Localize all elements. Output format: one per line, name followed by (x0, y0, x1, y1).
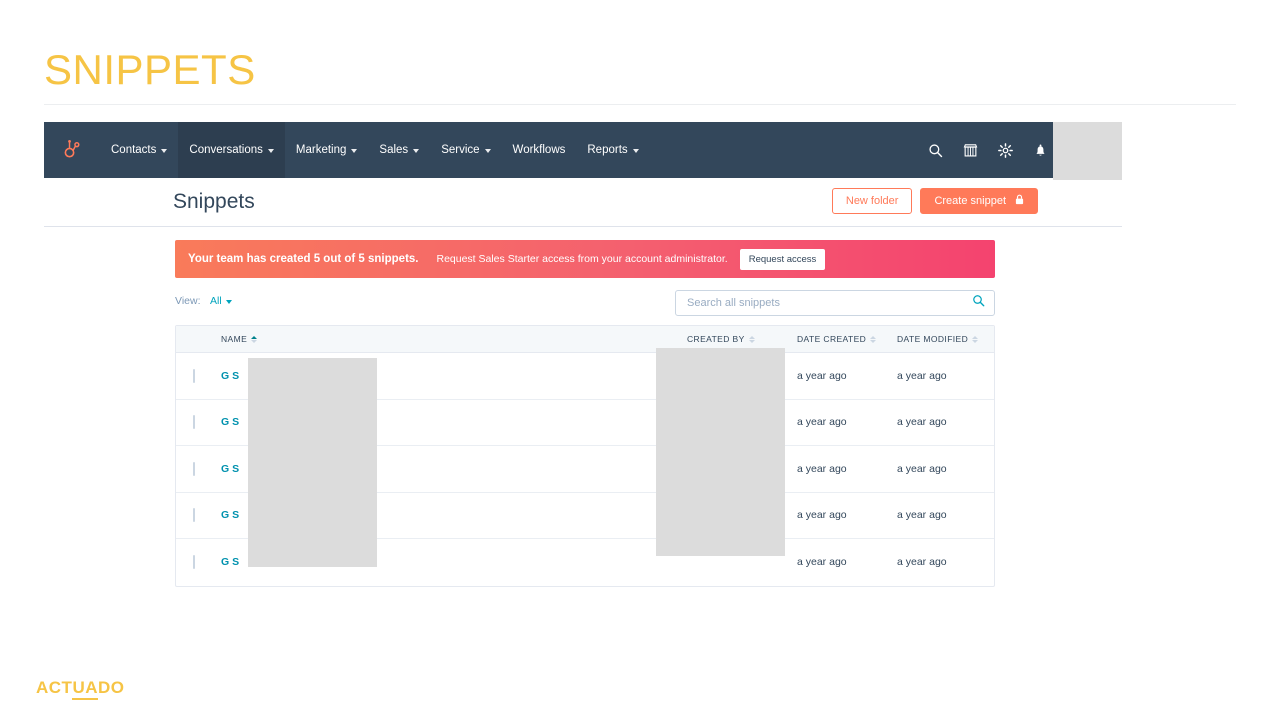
chevron-down-icon (267, 149, 274, 153)
sort-icon[interactable] (748, 335, 755, 343)
date-created-cell: a year ago (797, 416, 847, 429)
table-header-row: NAME CREATED BY DATE CREATED DATE MODIFI… (176, 326, 994, 353)
search-icon[interactable] (926, 141, 944, 159)
column-header-created-by[interactable]: CREATED BY (687, 334, 797, 344)
date-created-cell: a year ago (797, 556, 847, 569)
row-checkbox-cell (176, 368, 221, 383)
column-label: DATE MODIFIED (897, 334, 969, 344)
sort-ascending-icon[interactable] (251, 335, 258, 343)
row-checkbox-cell (176, 461, 221, 476)
chevron-down-icon (484, 149, 491, 153)
hubspot-screenshot: Contacts Conversations Marketing Sales S… (44, 122, 1122, 587)
redaction-overlay-snippet-names (248, 358, 377, 567)
date-modified-cell: a year ago (897, 369, 947, 382)
nav-item-contacts[interactable]: Contacts (100, 122, 178, 178)
nav-item-label: Workflows (512, 144, 566, 156)
row-checkbox[interactable] (193, 461, 195, 476)
view-selected-value: All (210, 295, 222, 307)
create-snippet-button[interactable]: Create snippet (920, 188, 1038, 214)
banner-message: Request Sales Starter access from your a… (436, 253, 728, 265)
row-checkbox[interactable] (193, 508, 195, 523)
settings-gear-icon[interactable] (996, 141, 1014, 159)
nav-item-label: Contacts (111, 144, 157, 156)
logo-part-underlined: UA (72, 678, 99, 700)
column-header-date-modified[interactable]: DATE MODIFIED (897, 334, 994, 344)
top-navigation-bar: Contacts Conversations Marketing Sales S… (44, 122, 1122, 178)
date-modified-cell: a year ago (897, 416, 947, 429)
chevron-down-icon (351, 149, 358, 153)
view-selector[interactable]: All (210, 295, 232, 307)
search-input[interactable] (685, 296, 972, 310)
row-checkbox-cell (176, 555, 221, 570)
column-label: DATE CREATED (797, 334, 867, 344)
app-page-header: Snippets New folder Create snippet (44, 178, 1122, 227)
nav-items: Contacts Conversations Marketing Sales S… (100, 122, 650, 178)
search-box[interactable] (675, 290, 995, 316)
nav-item-label: Sales (379, 144, 409, 156)
nav-item-conversations[interactable]: Conversations (178, 122, 285, 178)
column-header-name[interactable]: NAME (221, 334, 687, 344)
date-created-cell: a year ago (797, 509, 847, 522)
nav-item-label: Marketing (295, 144, 347, 156)
nav-item-marketing[interactable]: Marketing (285, 122, 369, 178)
create-snippet-label: Create snippet (934, 195, 1006, 207)
banner-headline: Your team has created 5 out of 5 snippet… (188, 253, 419, 265)
nav-item-label: Service (441, 144, 480, 156)
chevron-down-icon (413, 149, 420, 153)
row-checkbox[interactable] (193, 368, 195, 383)
marketplace-icon[interactable] (961, 141, 979, 159)
nav-item-reports[interactable]: Reports (576, 122, 649, 178)
new-folder-button[interactable]: New folder (831, 188, 913, 214)
notifications-bell-icon[interactable] (1031, 141, 1049, 159)
nav-item-service[interactable]: Service (430, 122, 501, 178)
view-label: View: (175, 295, 201, 307)
logo-part-2: DO (98, 678, 125, 697)
row-checkbox[interactable] (193, 415, 195, 430)
row-checkbox-cell (176, 415, 221, 430)
request-access-button[interactable]: Request access (739, 248, 826, 270)
title-divider (44, 104, 1236, 105)
snippet-link[interactable]: G S (221, 509, 239, 521)
snippet-link[interactable]: G S (221, 463, 239, 475)
header-actions: New folder Create snippet (831, 188, 1038, 214)
nav-item-sales[interactable]: Sales (368, 122, 430, 178)
limit-banner: Your team has created 5 out of 5 snippet… (175, 240, 995, 278)
date-modified-cell: a year ago (897, 556, 947, 569)
snippet-link[interactable]: G S (221, 370, 239, 382)
new-folder-label: New folder (845, 195, 899, 207)
row-checkbox[interactable] (193, 555, 195, 570)
search-icon[interactable] (972, 294, 985, 312)
row-checkbox-cell (176, 508, 221, 523)
nav-item-label: Reports (587, 144, 628, 156)
hubspot-sprocket-icon[interactable] (44, 122, 100, 178)
date-created-cell: a year ago (797, 462, 847, 475)
sort-icon[interactable] (870, 335, 877, 343)
lock-icon (1015, 194, 1024, 208)
date-modified-cell: a year ago (897, 462, 947, 475)
date-modified-cell: a year ago (897, 509, 947, 522)
nav-item-label: Conversations (189, 144, 263, 156)
page-title: SNIPPETS (44, 46, 256, 93)
column-header-date-created[interactable]: DATE CREATED (797, 334, 897, 344)
column-label: NAME (221, 334, 248, 344)
actuado-logo: ACTUADO (36, 678, 125, 700)
snippet-link[interactable]: G S (221, 416, 239, 428)
date-created-cell: a year ago (797, 369, 847, 382)
redaction-overlay-avatar (1053, 122, 1122, 180)
chevron-down-icon (632, 149, 639, 153)
nav-item-workflows[interactable]: Workflows (502, 122, 577, 178)
snippet-link[interactable]: G S (221, 556, 239, 568)
logo-part-1: ACT (36, 678, 73, 697)
app-page-title: Snippets (173, 190, 255, 213)
sort-icon[interactable] (972, 335, 979, 343)
filter-row: View: All (175, 290, 995, 316)
redaction-overlay-created-by (656, 348, 785, 556)
column-label: CREATED BY (687, 334, 745, 344)
chevron-down-icon (161, 149, 168, 153)
chevron-down-icon (225, 300, 232, 304)
